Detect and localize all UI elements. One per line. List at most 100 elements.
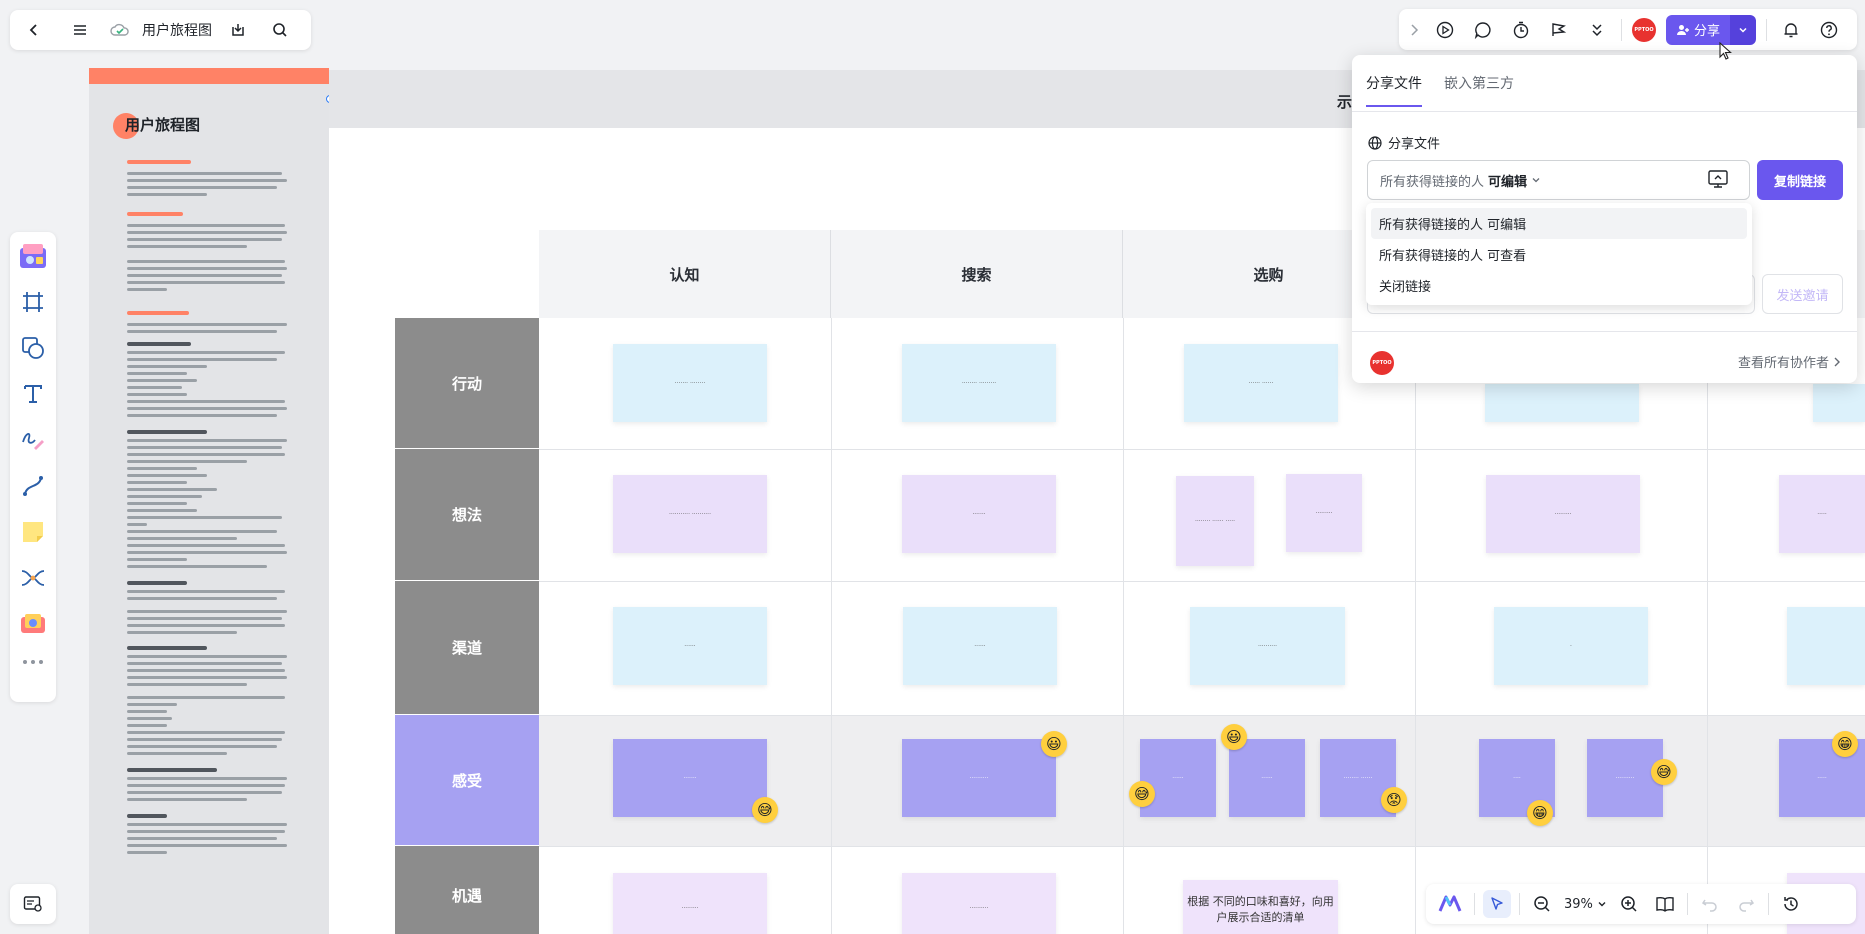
shape-icon[interactable]: [16, 330, 50, 366]
sticky-note[interactable]: [1485, 384, 1639, 422]
chevron-down-icon: [1532, 178, 1540, 183]
bell-icon[interactable]: [1777, 16, 1805, 44]
chevron-down-icon: [1598, 902, 1606, 907]
chevron-right-icon[interactable]: [1407, 16, 1421, 44]
copy-link-button[interactable]: 复制链接: [1757, 160, 1843, 200]
connector-icon[interactable]: [16, 468, 50, 504]
history-icon[interactable]: [1777, 890, 1805, 918]
toolbar-divider: [1621, 18, 1622, 41]
smile-emoji-icon[interactable]: 😃: [1221, 724, 1247, 750]
sweat-smile-emoji-icon[interactable]: 😅: [752, 797, 778, 823]
undo-icon[interactable]: [1696, 890, 1724, 918]
mind-map-icon[interactable]: [16, 560, 50, 596]
grin-emoji-icon[interactable]: 😁: [1832, 731, 1858, 757]
search-icon[interactable]: [266, 16, 294, 44]
sticky-note[interactable]: ······: [903, 607, 1057, 685]
zoom-in-icon[interactable]: [1615, 890, 1643, 918]
document-title-label[interactable]: 用户旅程图: [142, 20, 212, 40]
templates-icon[interactable]: [16, 238, 50, 274]
sticky-note[interactable]: ·········: [613, 873, 767, 934]
help-icon[interactable]: [1815, 16, 1843, 44]
back-icon[interactable]: [20, 16, 48, 44]
more-tools-icon[interactable]: [16, 652, 50, 672]
sticky-note[interactable]: ·····: [1779, 475, 1865, 553]
sticky-note[interactable]: ······: [1140, 739, 1216, 817]
permission-value: 可编辑: [1488, 174, 1528, 190]
menu-icon[interactable]: [66, 16, 94, 44]
sticky-note-icon[interactable]: [16, 514, 50, 550]
column-header-search: 搜索: [831, 230, 1123, 318]
add-user-icon: [1677, 24, 1689, 35]
share-button[interactable]: 分享: [1666, 14, 1731, 45]
media-icon[interactable]: [16, 606, 50, 642]
minimap-button[interactable]: [10, 884, 56, 924]
sticky-note[interactable]: [1813, 384, 1865, 422]
text-icon[interactable]: [16, 376, 50, 412]
sticky-note[interactable]: ········ ······ ·····: [1176, 476, 1254, 566]
sticky-note[interactable]: ······: [1229, 739, 1305, 817]
sticky-note[interactable]: ··········: [902, 739, 1056, 817]
view-all-collaborators-link[interactable]: 查看所有协作者: [1738, 352, 1841, 371]
timer-icon[interactable]: [1507, 16, 1535, 44]
share-button-label: 分享: [1694, 24, 1721, 39]
board-partial-header: 示: [1337, 93, 1353, 111]
book-icon[interactable]: [1651, 890, 1679, 918]
sticky-note[interactable]: ·: [1494, 607, 1648, 685]
zoom-level-select[interactable]: 39%: [1564, 897, 1607, 912]
chevron-right-icon: [1834, 357, 1840, 366]
sticky-note[interactable]: ·········: [1286, 474, 1362, 552]
permission-option-view[interactable]: 所有获得链接的人 可查看: [1371, 239, 1747, 270]
download-icon[interactable]: [224, 16, 252, 44]
send-invite-button[interactable]: 发送邀请: [1762, 274, 1843, 314]
sticky-note[interactable]: ········ ·········: [902, 344, 1056, 422]
sticky-note[interactable]: ······: [613, 607, 767, 685]
link-permission-select[interactable]: 所有获得链接的人 可编辑: [1367, 160, 1750, 200]
select-cursor-icon[interactable]: [1483, 890, 1511, 918]
bottom-toolbar: 39%: [1426, 884, 1856, 924]
zoom-out-icon[interactable]: [1528, 890, 1556, 918]
tab-embed-third-party[interactable]: 嵌入第三方: [1444, 73, 1514, 107]
sticky-note[interactable]: [1787, 607, 1865, 685]
row-header-opportunity: 机遇: [395, 846, 539, 934]
sticky-note[interactable]: ··········: [902, 873, 1056, 934]
globe-icon: [1368, 135, 1382, 150]
present-qr-icon[interactable]: [1707, 168, 1729, 194]
grin-emoji-icon[interactable]: 😁: [1527, 800, 1553, 826]
panel-divider: [1352, 331, 1857, 332]
pen-icon[interactable]: [16, 422, 50, 458]
double-chevron-down-icon[interactable]: [1583, 16, 1611, 44]
share-panel: 分享文件 嵌入第三方 分享文件 所有获得链接的人 可编辑 复制链接 发送邀请 所…: [1352, 55, 1857, 383]
sticky-note[interactable]: ······ ······: [1184, 344, 1338, 422]
sticky-note[interactable]: ·······: [613, 739, 767, 817]
share-tabs: 分享文件 嵌入第三方: [1366, 73, 1514, 107]
collaborator-avatar[interactable]: PPTOO: [1370, 351, 1394, 375]
play-icon[interactable]: [1431, 16, 1459, 44]
sweat-smile-emoji-icon[interactable]: 😅: [1129, 781, 1155, 807]
share-dropdown-button[interactable]: [1730, 14, 1757, 45]
permission-option-close-link[interactable]: 关闭链接: [1371, 270, 1747, 301]
cloud-icon: [106, 16, 134, 44]
sticky-note[interactable]: ·········: [1486, 475, 1640, 553]
sticky-note[interactable]: ······· ········: [613, 344, 767, 422]
tab-share-file[interactable]: 分享文件: [1366, 73, 1422, 107]
sticky-note[interactable]: ··········· ··········: [613, 475, 767, 553]
permission-option-edit[interactable]: 所有获得链接的人 可编辑: [1371, 208, 1747, 239]
smile-emoji-icon[interactable]: 😃: [1041, 731, 1067, 757]
user-avatar[interactable]: PPTOO: [1632, 17, 1656, 42]
document-frame[interactable]: 用户旅程图: [89, 68, 329, 934]
zoom-level-value: 39%: [1564, 896, 1593, 912]
sweat-smile-emoji-icon[interactable]: 😅: [1651, 759, 1677, 785]
column-header-awareness: 认知: [539, 230, 831, 318]
sticky-note[interactable]: ·······: [902, 475, 1056, 553]
view-all-label: 查看所有协作者: [1737, 356, 1829, 371]
flag-icon[interactable]: [1545, 16, 1573, 44]
permission-prefix: 所有获得链接的人: [1380, 174, 1485, 190]
top-left-toolbar: 用户旅程图: [10, 10, 311, 50]
worried-emoji-icon[interactable]: 😟: [1381, 787, 1407, 813]
sticky-note[interactable]: ··········: [1190, 607, 1345, 685]
redo-icon[interactable]: [1732, 890, 1760, 918]
comment-icon[interactable]: [1469, 16, 1497, 44]
ai-assistant-icon[interactable]: [1434, 890, 1466, 918]
sticky-note-opportunity[interactable]: 根据 不同的口味和喜好，向用户展示合适的清单: [1183, 880, 1338, 934]
frame-icon[interactable]: [16, 284, 50, 320]
